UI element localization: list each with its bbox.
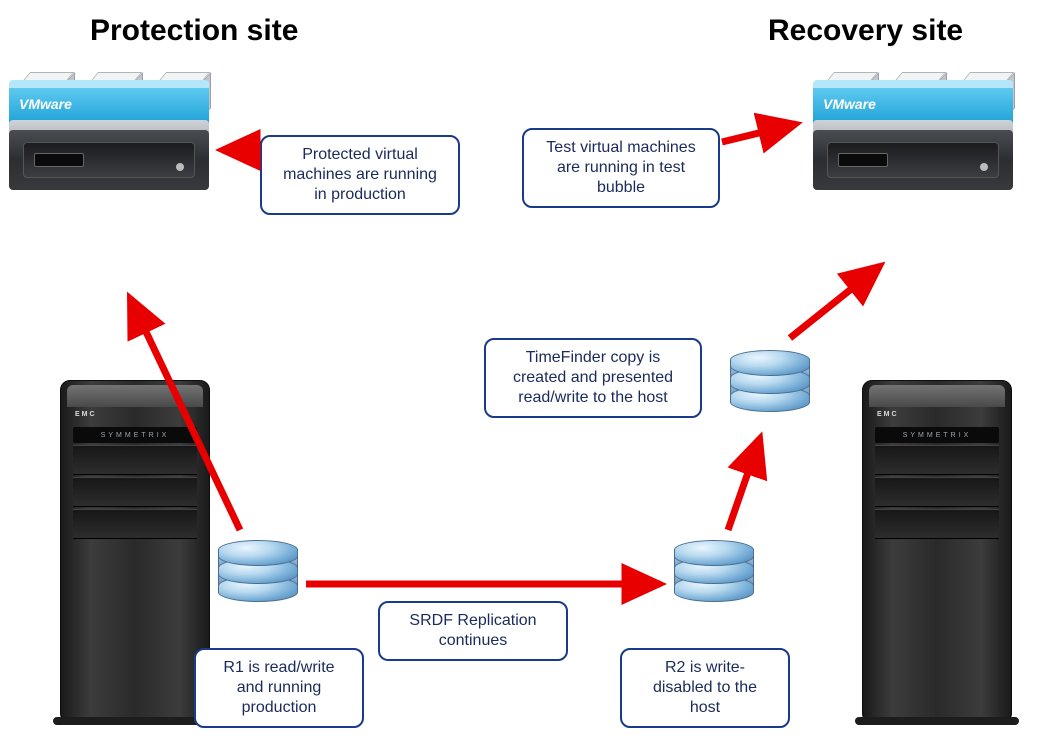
emc-badge: EMC [75,411,97,418]
recovery-site-title: Recovery site [768,14,963,48]
callout-timefinder: TimeFinder copy is created and presented… [484,338,702,418]
symmetrix-label: SYMMETRIX [73,427,197,443]
protection-storage-rack: EMC SYMMETRIX [60,380,210,720]
vmware-label: VMware [823,96,876,112]
callout-protected-vm: Protected virtual machines are running i… [260,135,460,215]
server-icon [9,120,209,190]
emc-badge: EMC [877,411,899,418]
arrow-timefinder-to-host [790,266,880,338]
protection-vmware-host: VM VM VM VM VM VM VMware [4,80,214,190]
callout-test-vm: Test virtual machines are running in tes… [522,128,720,208]
callout-r1: R1 is read/write and running production [194,648,364,728]
protection-site-title: Protection site [90,14,298,48]
server-icon [813,120,1013,190]
recovery-storage-rack: EMC SYMMETRIX [862,380,1012,720]
timefinder-disk-icon [730,350,810,450]
callout-srdf: SRDF Replication continues [378,601,568,661]
symmetrix-label: SYMMETRIX [875,427,999,443]
arrow-r2-to-timefinder [728,438,760,530]
callout-r2: R2 is write-disabled to the host [620,648,790,728]
r2-disk-icon [674,540,754,640]
recovery-vmware-host: VM VM VM VM VM VM VMware [808,80,1018,190]
vmware-label: VMware [19,96,72,112]
arrow-test-to-host [722,124,796,142]
r1-disk-icon [218,540,298,640]
